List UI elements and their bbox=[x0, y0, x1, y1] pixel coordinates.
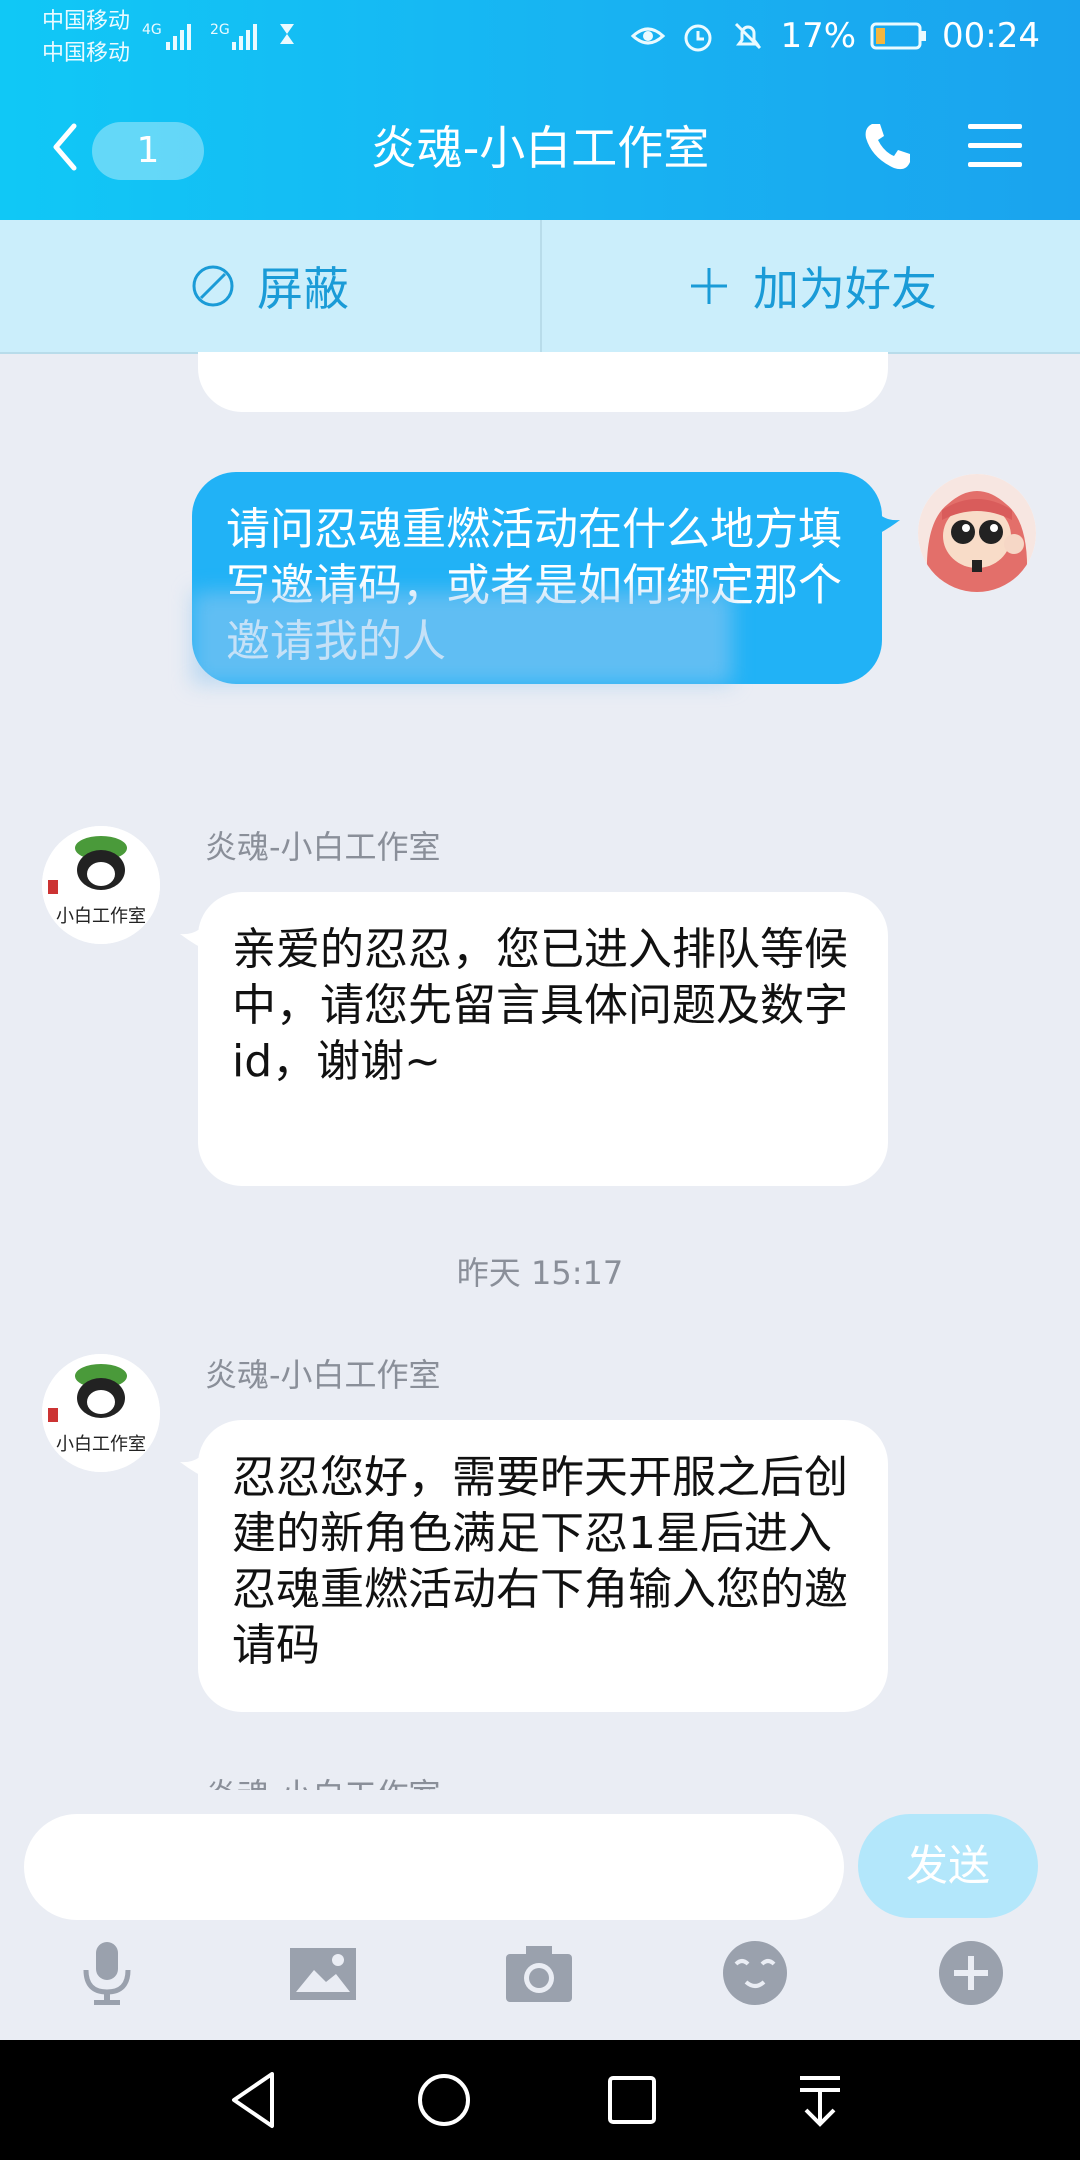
nav-home-icon[interactable] bbox=[410, 2066, 478, 2134]
status-bar-right: 17% 00:24 bbox=[630, 14, 1040, 58]
composer: 发送 bbox=[0, 1790, 1080, 2040]
block-label: 屏蔽 bbox=[257, 262, 349, 316]
sender-name: 炎魂-小白工作室 bbox=[205, 1356, 441, 1394]
status-bar-carriers: 中国移动 中国移动 bbox=[42, 6, 130, 70]
menu-icon[interactable] bbox=[966, 120, 1024, 172]
action-bar: 屏蔽 加为好友 bbox=[0, 220, 1080, 354]
message-bubble-partial bbox=[198, 352, 888, 412]
microphone-icon[interactable] bbox=[72, 1938, 142, 2008]
avatar-label: 小白工作室 bbox=[56, 1434, 146, 1455]
net-type-2: 2G bbox=[210, 22, 230, 38]
bubble-tail bbox=[870, 502, 900, 538]
incoming-message-bubble[interactable]: 忍忍您好，需要昨天开服之后创建的新角色满足下忍1星后进入忍魂重燃活动右下角输入您… bbox=[198, 1420, 888, 1712]
incoming-message-bubble[interactable]: 亲爱的忍忍，您已进入排队等候中，请您先留言具体问题及数字id，谢谢~ bbox=[198, 892, 888, 1186]
battery-percent: 17% bbox=[780, 16, 857, 56]
add-friend-button[interactable]: 加为好友 bbox=[542, 220, 1080, 352]
block-button[interactable]: 屏蔽 bbox=[0, 220, 540, 352]
contact-avatar[interactable]: 小白工作室 bbox=[42, 1354, 160, 1472]
incoming-message-text: 亲爱的忍忍，您已进入排队等候中，请您先留言具体问题及数字id，谢谢~ bbox=[232, 924, 848, 1087]
eye-icon bbox=[631, 27, 666, 45]
nav-back-icon[interactable] bbox=[222, 2066, 290, 2134]
message-input[interactable] bbox=[24, 1814, 844, 1920]
alarm-icon bbox=[684, 24, 712, 52]
send-button[interactable]: 发送 bbox=[858, 1814, 1038, 1918]
chat-area[interactable]: 请问忍魂重燃活动在什么地方填写邀请码，或者是如何绑定那个邀请我的人 小白工作室 … bbox=[0, 352, 1080, 1790]
signal-icon: 4G 2G bbox=[142, 22, 294, 50]
mute-bell-icon bbox=[735, 22, 762, 50]
outgoing-message-bubble[interactable]: 请问忍魂重燃活动在什么地方填写邀请码，或者是如何绑定那个邀请我的人 bbox=[192, 472, 882, 684]
contact-avatar[interactable]: 小白工作室 bbox=[42, 826, 160, 944]
sender-name: 炎魂-小白工作室 bbox=[205, 828, 441, 866]
pixelated-redaction bbox=[192, 592, 732, 684]
add-friend-label: 加为好友 bbox=[753, 262, 937, 316]
carrier-2: 中国移动 bbox=[42, 41, 131, 66]
battery-icon bbox=[870, 22, 927, 50]
system-nav-bar bbox=[0, 2040, 1080, 2160]
nav-notification-icon[interactable] bbox=[786, 2066, 854, 2134]
plus-icon[interactable] bbox=[936, 1938, 1006, 2008]
timestamp: 昨天 15:17 bbox=[456, 1254, 624, 1292]
my-avatar[interactable] bbox=[918, 474, 1036, 592]
incoming-message-text: 忍忍您好，需要昨天开服之后创建的新角色满足下忍1星后进入忍魂重燃活动右下角输入您… bbox=[232, 1452, 848, 1671]
emoji-icon[interactable] bbox=[720, 1938, 790, 2008]
nav-recents-icon[interactable] bbox=[598, 2066, 666, 2134]
header: 中国移动 中国移动 4G 2G 17% 00:24 1 炎魂-小白工作室 bbox=[0, 0, 1080, 220]
avatar-label: 小白工作室 bbox=[56, 906, 146, 927]
phone-icon[interactable] bbox=[858, 118, 916, 176]
block-icon bbox=[192, 265, 234, 307]
sender-name-partial: 炎魂-小白工作室 bbox=[205, 1770, 441, 1790]
clock: 00:24 bbox=[942, 16, 1040, 56]
carrier-1: 中国移动 bbox=[42, 9, 131, 34]
net-type-1: 4G bbox=[142, 22, 162, 38]
image-icon[interactable] bbox=[288, 1938, 358, 2008]
camera-icon[interactable] bbox=[504, 1938, 574, 2008]
plus-icon bbox=[691, 268, 727, 304]
chat-title: 炎魂-小白工作室 bbox=[370, 121, 710, 175]
